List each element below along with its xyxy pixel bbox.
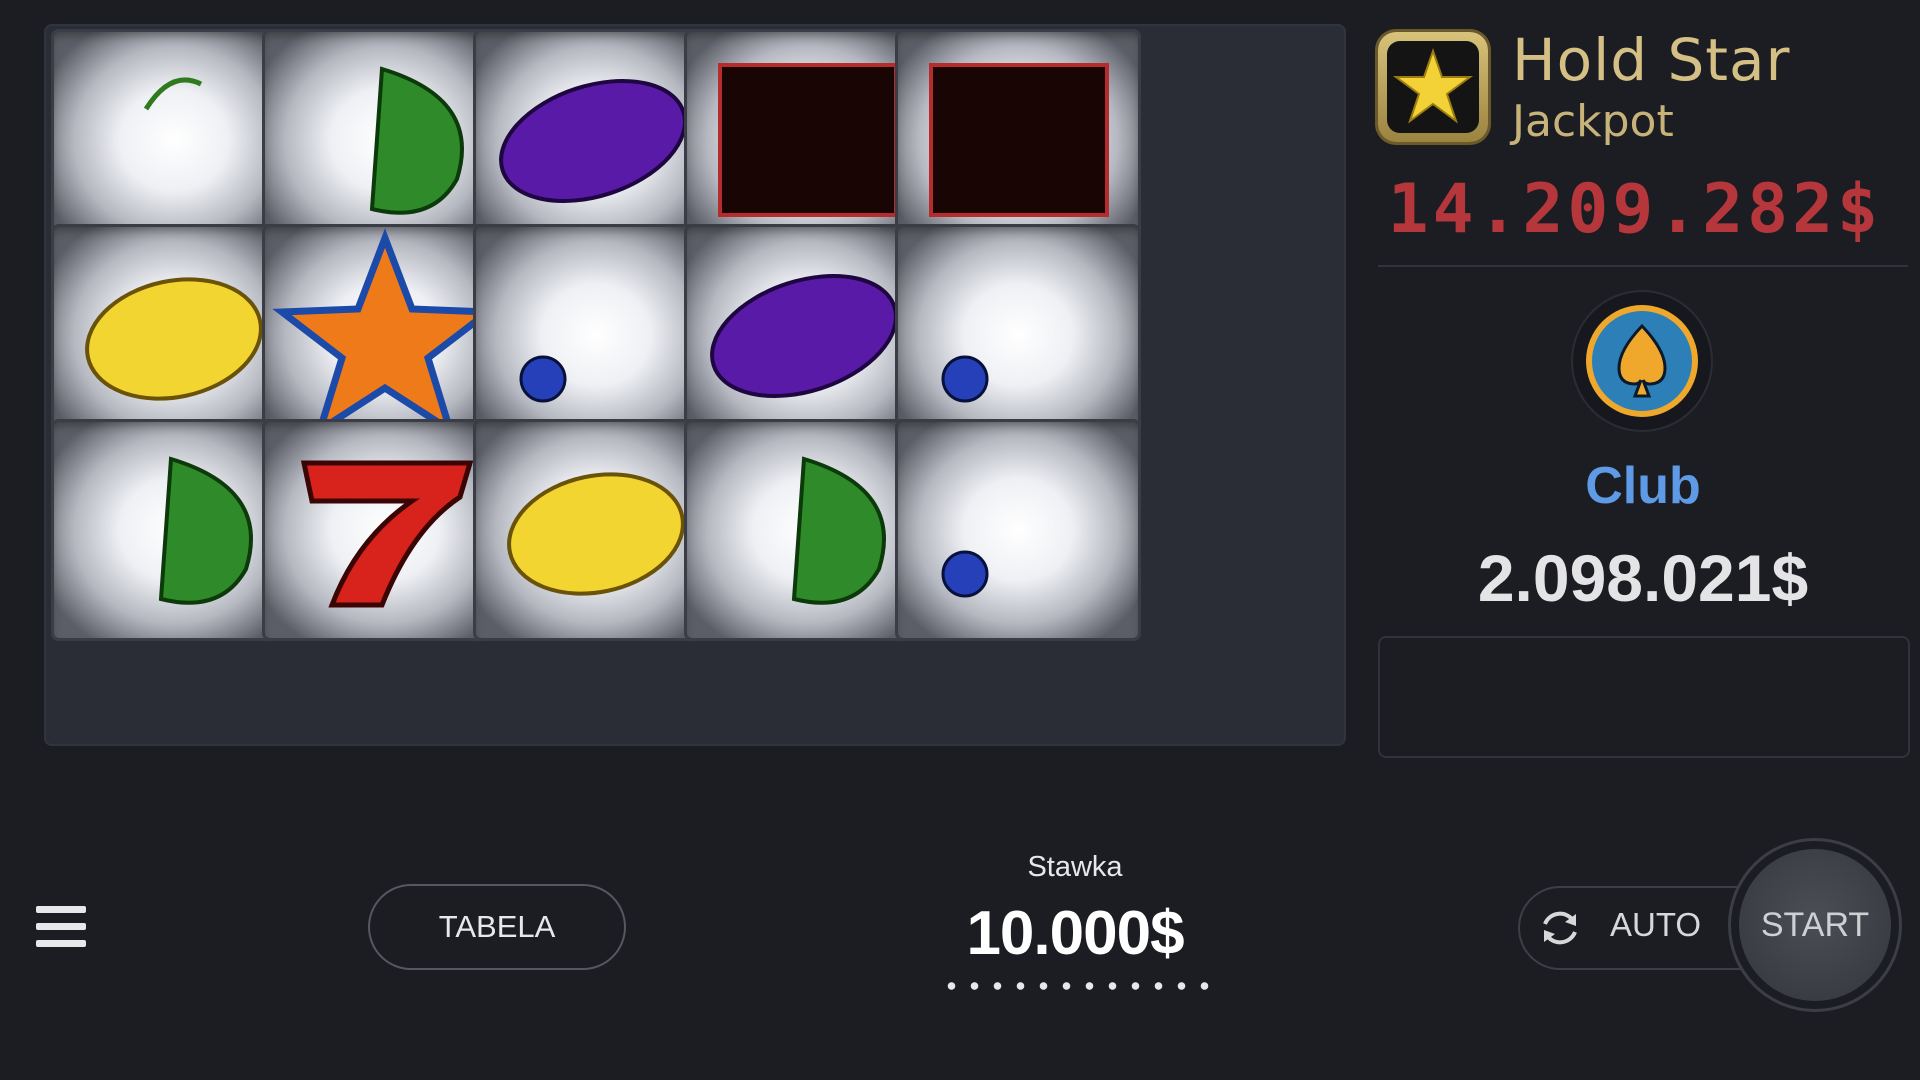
grapes-symbol [519, 355, 567, 403]
jackpot-amount: 14.209.282$ [1387, 170, 1882, 249]
watermelon-symbol [158, 456, 253, 605]
stake-label: Stawka [1027, 851, 1123, 883]
reel-cell [473, 29, 719, 251]
club-label: Club [1585, 457, 1701, 515]
watermelon-symbol [791, 456, 886, 605]
reel-cell [51, 419, 297, 641]
reel-cell [473, 419, 719, 641]
grapes-symbol [941, 550, 989, 598]
reel-cell [51, 224, 297, 446]
watermelon-symbol [369, 66, 464, 215]
cherries-symbol [143, 77, 203, 111]
plum-symbol [499, 79, 687, 203]
stake-selector-dots[interactable] [940, 982, 1216, 990]
reel-cell [895, 224, 1141, 446]
paytable-button[interactable]: TABELA [368, 884, 626, 970]
seven-symbol [300, 460, 474, 608]
jackpot-star-symbol: JACKPOT [272, 228, 498, 439]
plum-symbol [710, 274, 898, 398]
reel-cell [684, 419, 930, 641]
reel-grid: BAR BAR BAR BAR BAR BAR JACKPOT [44, 24, 1346, 746]
star-icon [1378, 32, 1488, 142]
triple-bar-symbol: BAR BAR BAR [929, 63, 1109, 217]
reel-cell: JACKPOT [262, 224, 508, 446]
hamburger-menu-icon[interactable] [36, 906, 86, 948]
start-button[interactable]: START [1739, 849, 1891, 1001]
reel-cell [262, 29, 508, 251]
club-amount: 2.098.021$ [1477, 541, 1809, 615]
reel-cell: BAR BAR BAR [684, 29, 930, 251]
reel-cell: BAR BAR BAR [895, 29, 1141, 251]
reel-cell [684, 224, 930, 446]
auto-label[interactable]: AUTO [1610, 906, 1701, 944]
jackpot-subtitle: Jackpot [1512, 96, 1674, 147]
reel-cell [262, 419, 508, 641]
triple-bar-symbol: BAR BAR BAR [718, 63, 898, 217]
lemon-symbol [85, 277, 263, 401]
refresh-icon[interactable] [1536, 904, 1584, 952]
jackpot-title: Hold Star [1512, 26, 1791, 94]
lemon-symbol [507, 472, 685, 596]
reel-cell [51, 29, 297, 251]
info-box [1378, 636, 1910, 758]
spade-icon [1573, 292, 1711, 430]
stake-value[interactable]: 10.000$ [900, 898, 1250, 969]
reel-cell [473, 224, 719, 446]
panel-divider [1378, 265, 1908, 267]
reel-cell [895, 419, 1141, 641]
grapes-symbol [941, 355, 989, 403]
